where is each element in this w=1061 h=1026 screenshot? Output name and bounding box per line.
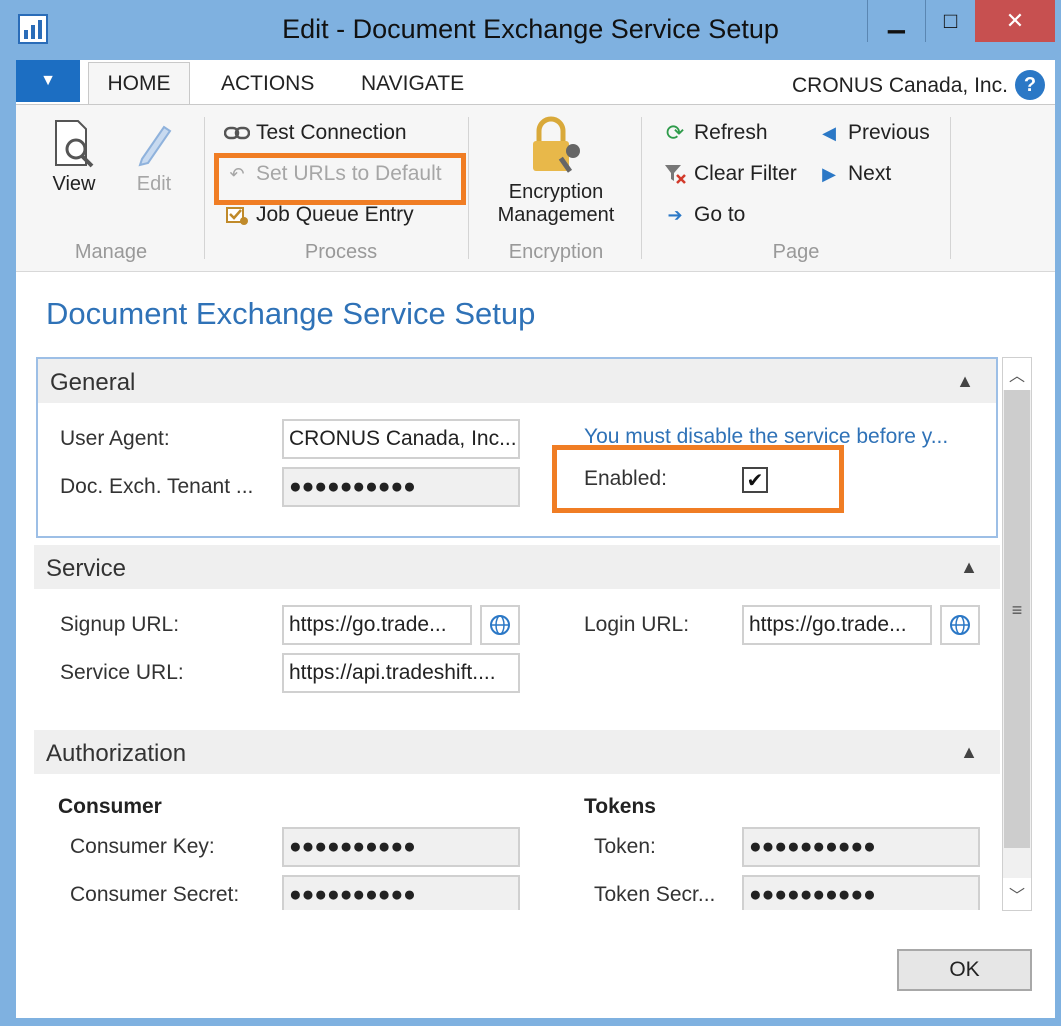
close-icon: ✕ (1005, 8, 1025, 33)
consumer-secret-field[interactable]: ●●●●●●●●●● (282, 875, 520, 910)
consumer-key-field[interactable]: ●●●●●●●●●● (282, 827, 520, 867)
refresh-button[interactable]: ⟳ Refresh (662, 120, 768, 145)
clear-filter-icon (662, 163, 688, 185)
service-header[interactable]: Service ▲ (34, 545, 1000, 589)
minimize-button[interactable]: ▁ (867, 0, 925, 42)
user-agent-field[interactable]: CRONUS Canada, Inc... (282, 419, 520, 459)
highlight-enabled (552, 445, 844, 513)
edit-button[interactable]: Edit (124, 119, 184, 196)
token-label: Token: (594, 835, 656, 858)
lock-key-icon (525, 115, 587, 177)
test-connection-button[interactable]: Test Connection (224, 121, 407, 145)
encryption-management-button[interactable]: Encryption Management (486, 115, 626, 227)
ribbon-separator (641, 117, 642, 259)
tokens-heading: Tokens (584, 795, 656, 818)
triangle-left-icon: ◀ (822, 122, 836, 143)
window-client: ▼ HOME ACTIONS NAVIGATE CRONUS Canada, I… (16, 60, 1055, 1018)
maximize-button[interactable]: □ (925, 0, 975, 42)
view-button[interactable]: View (44, 119, 104, 196)
signup-url-label: Signup URL: (60, 613, 180, 636)
view-label: View (52, 173, 96, 195)
consumer-key-label: Consumer Key: (70, 835, 215, 858)
encryption-label-line1: Encryption (508, 181, 604, 203)
vertical-scrollbar[interactable]: ︿ ≡ ﹀ (1002, 357, 1032, 911)
pencil-icon (132, 119, 176, 169)
signup-url-field[interactable]: https://go.trade... (282, 605, 472, 645)
close-button[interactable]: ✕ (975, 0, 1055, 42)
job-queue-icon (224, 204, 250, 226)
service-url-field[interactable]: https://api.tradeshift.... (282, 653, 520, 693)
service-url-label: Service URL: (60, 661, 184, 684)
ribbon-separator (950, 117, 951, 259)
next-button[interactable]: ▶ Next (816, 162, 891, 186)
app-menu-button[interactable]: ▼ (16, 60, 80, 102)
triangle-right-icon: ▶ (822, 163, 836, 184)
authorization-header[interactable]: Authorization ▲ (34, 730, 1000, 774)
job-queue-entry-label: Job Queue Entry (256, 203, 414, 226)
ribbon-separator (204, 117, 205, 259)
authorization-title: Authorization (46, 740, 187, 767)
chevron-up-icon[interactable]: ▲ (956, 371, 974, 392)
company-name[interactable]: CRONUS Canada, Inc. (792, 74, 1008, 98)
manage-group-label: Manage (74, 241, 148, 263)
refresh-label: Refresh (694, 121, 768, 144)
globe-icon[interactable] (940, 605, 980, 645)
refresh-icon: ⟳ (665, 120, 685, 145)
chevron-up-icon[interactable]: ︿ (1003, 358, 1031, 390)
dropdown-arrow-icon: ▼ (40, 72, 56, 89)
clear-filter-label: Clear Filter (694, 162, 797, 185)
highlight-set-urls (214, 153, 466, 205)
general-title: General (50, 369, 136, 396)
encryption-label-line2: Management (497, 204, 615, 226)
page-title: Document Exchange Service Setup (46, 296, 536, 331)
ribbon: View Edit Manage Test Connection ↶ Set U… (16, 104, 1055, 272)
help-icon[interactable]: ? (1015, 70, 1045, 100)
clear-filter-button[interactable]: Clear Filter (662, 162, 797, 186)
process-group-label: Process (304, 241, 378, 263)
login-url-label: Login URL: (584, 613, 690, 636)
consumer-secret-label: Consumer Secret: (70, 883, 240, 906)
arrow-right-icon: ➔ (667, 204, 683, 225)
token-secret-label: Token Secr... (594, 883, 716, 906)
go-to-label: Go to (694, 203, 746, 226)
grip-lines-icon: ≡ (1011, 600, 1023, 620)
ok-button[interactable]: OK (897, 949, 1032, 991)
token-field[interactable]: ●●●●●●●●●● (742, 827, 980, 867)
previous-label: Previous (848, 121, 930, 144)
form-content: General ▲ User Agent: CRONUS Canada, Inc… (34, 355, 1000, 910)
page-group-label: Page (772, 241, 820, 263)
tab-navigate[interactable]: NAVIGATE (361, 72, 464, 96)
chevron-down-icon[interactable]: ﹀ (1003, 878, 1031, 910)
next-label: Next (848, 162, 892, 185)
general-header[interactable]: General ▲ (38, 359, 996, 403)
globe-icon[interactable] (480, 605, 520, 645)
previous-button[interactable]: ◀ Previous (816, 121, 930, 145)
tenant-field[interactable]: ●●●●●●●●●● (282, 467, 520, 507)
chevron-up-icon[interactable]: ▲ (960, 557, 978, 578)
ribbon-tab-row: ▼ HOME ACTIONS NAVIGATE CRONUS Canada, I… (16, 60, 1055, 105)
scrollbar-thumb[interactable]: ≡ (1004, 390, 1030, 848)
edit-label: Edit (136, 173, 172, 195)
link-icon (224, 122, 250, 144)
job-queue-entry-button[interactable]: Job Queue Entry (224, 203, 414, 227)
user-agent-label: User Agent: (60, 427, 170, 450)
title-bar: Edit - Document Exchange Service Setup ▁… (0, 0, 1061, 60)
dialog-window: Edit - Document Exchange Service Setup ▁… (0, 0, 1061, 1026)
encryption-group-label: Encryption (508, 241, 604, 263)
token-secret-field[interactable]: ●●●●●●●●●● (742, 875, 980, 910)
login-url-field[interactable]: https://go.trade... (742, 605, 932, 645)
service-title: Service (46, 555, 127, 582)
chevron-up-icon[interactable]: ▲ (960, 742, 978, 763)
view-document-icon (52, 119, 96, 169)
test-connection-label: Test Connection (256, 121, 407, 144)
tab-home[interactable]: HOME (88, 62, 190, 105)
tenant-label: Doc. Exch. Tenant ... (60, 475, 254, 498)
go-to-button[interactable]: ➔ Go to (662, 203, 745, 227)
ribbon-separator (468, 117, 469, 259)
consumer-heading: Consumer (58, 795, 162, 818)
maximize-icon: □ (943, 8, 958, 33)
minimize-icon: ▁ (888, 8, 905, 33)
tab-actions[interactable]: ACTIONS (221, 72, 314, 96)
